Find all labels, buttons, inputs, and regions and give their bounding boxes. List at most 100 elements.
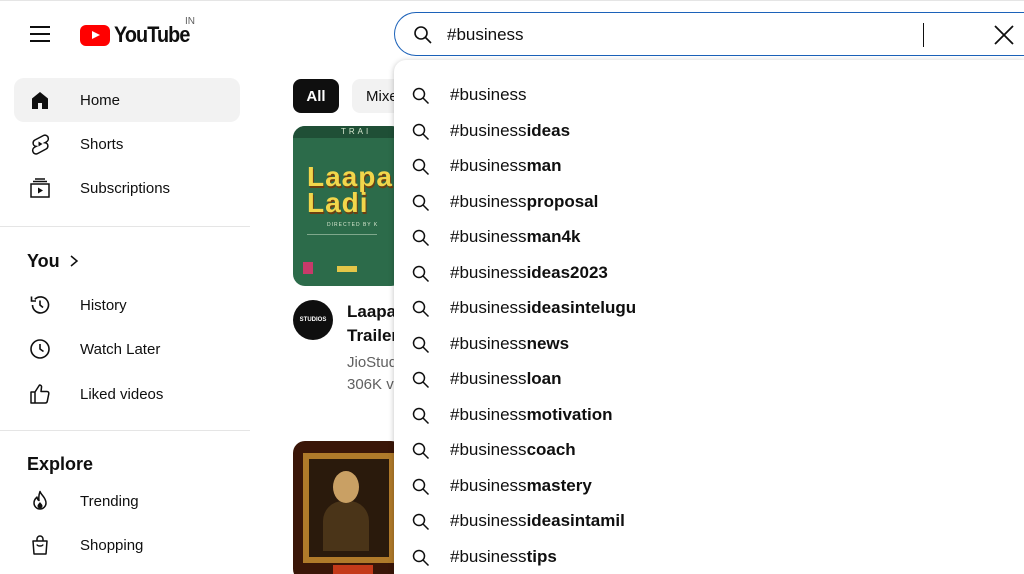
suggestion-text: #businessideas: [450, 121, 570, 141]
subscriptions-icon: [30, 178, 50, 198]
sidebar-item-history[interactable]: History: [14, 283, 240, 327]
sidebar-item-label: Trending: [80, 492, 139, 510]
sidebar-item-label: Shopping: [80, 536, 144, 554]
chip-all[interactable]: All: [293, 79, 339, 113]
search-suggestion[interactable]: #businessnews: [394, 327, 1024, 362]
sidebar-item-shorts[interactable]: Shorts: [14, 122, 240, 166]
thumbnail-logo: [337, 266, 357, 272]
channel-avatar[interactable]: STUDIOS: [293, 300, 333, 340]
suggestion-text: #business: [450, 85, 527, 105]
suggestion-suffix: ideas2023: [526, 262, 608, 282]
suggestion-prefix: #business: [450, 546, 527, 566]
search-suggestion[interactable]: #businesstips: [394, 540, 1024, 574]
search-icon: [412, 300, 430, 318]
sidebar-item-label: Shorts: [80, 135, 124, 153]
search-suggestion[interactable]: #businessloan: [394, 362, 1024, 397]
search-icon: [412, 265, 430, 282]
suggestion-suffix: ideasintamil: [526, 511, 625, 530]
suggestion-text: #businessmotivation: [450, 405, 613, 425]
sidebar-item-label: Home: [80, 91, 121, 109]
search-suggestion[interactable]: #businessideasintamil: [394, 504, 1024, 539]
search-suggestion[interactable]: #businessproposal: [394, 185, 1024, 220]
suggestion-suffix: tips: [526, 546, 557, 566]
search-icon: [412, 442, 430, 460]
sidebar-item-label: Watch Later: [80, 340, 161, 358]
sidebar-item-trending[interactable]: Trending: [14, 479, 240, 523]
sidebar-item-subscriptions[interactable]: Subscriptions: [14, 166, 240, 210]
you-title: You: [27, 251, 60, 271]
suggestion-text: #businessloan: [450, 369, 562, 389]
suggestion-text: #businessideasintamil: [450, 511, 625, 531]
suggestion-text: #businessman: [450, 156, 562, 176]
suggestion-text: #businessideas2023: [450, 263, 608, 283]
suggestion-prefix: #business: [450, 262, 527, 282]
suggestion-suffix: coach: [526, 440, 576, 459]
close-icon[interactable]: [991, 22, 1017, 48]
suggestion-suffix: man: [526, 156, 562, 175]
search-icon: [412, 371, 430, 389]
suggestion-prefix: #business: [450, 511, 527, 530]
thumbnail-credits: [307, 234, 377, 254]
sidebar-item-liked-videos[interactable]: Liked videos: [14, 372, 240, 416]
search-suggestion[interactable]: #businessman4k: [394, 220, 1024, 255]
logo-text: YouTube: [114, 22, 190, 47]
suggestion-suffix: news: [526, 333, 570, 353]
youtube-logo[interactable]: YouTube IN: [80, 16, 198, 48]
suggestion-text: #businessproposal: [450, 192, 598, 212]
clock-icon: [30, 339, 50, 359]
suggestion-text: #businessmastery: [450, 476, 592, 496]
avatar-text: STUDIOS: [299, 317, 327, 323]
shopping-bag-icon: [32, 535, 48, 555]
search-icon: [412, 87, 430, 105]
search-icon: [412, 123, 430, 140]
sidebar-divider: [0, 226, 250, 227]
suggestion-suffix: ideas: [526, 120, 571, 140]
search-icon: [412, 478, 430, 495]
country-code: IN: [185, 16, 195, 27]
suggestion-suffix: ideasintelugu: [526, 298, 637, 317]
channel-name[interactable]: JioStudios: [347, 354, 395, 371]
search-suggestion[interactable]: #businessman: [394, 149, 1024, 184]
search-icon: [412, 513, 430, 531]
search-icon: [412, 407, 430, 424]
explore-title: Explore: [27, 454, 94, 474]
sidebar-item-home[interactable]: Home: [14, 78, 240, 122]
sidebar-item-watch-later[interactable]: Watch Later: [14, 327, 240, 371]
video-thumbnail[interactable]: TRAI Laapa Ladi DIRECTED BY K: [293, 126, 403, 286]
suggestion-suffix: loan: [526, 369, 562, 388]
search-suggestion[interactable]: #business: [394, 78, 1024, 113]
thumbnail-director: DIRECTED BY K: [327, 222, 379, 228]
painting-figure: [323, 501, 369, 551]
view-count: 306K views: [347, 376, 395, 393]
suggestion-suffix: mastery: [526, 475, 592, 495]
history-icon: [30, 296, 50, 314]
text-caret: [923, 23, 924, 47]
search-suggestion[interactable]: #businesscoach: [394, 433, 1024, 468]
search-box[interactable]: [394, 12, 1024, 56]
video-thumbnail[interactable]: [293, 441, 403, 574]
home-icon: [32, 92, 48, 109]
suggestion-text: #businessman4k: [450, 227, 580, 247]
video-title-line: Trailer: [347, 326, 395, 345]
search-suggestion[interactable]: #businessmotivation: [394, 398, 1024, 433]
sidebar-item-shopping[interactable]: Shopping: [14, 523, 240, 567]
suggestion-prefix: #business: [450, 298, 527, 317]
search-suggestion[interactable]: #businessideasintelugu: [394, 291, 1024, 326]
hamburger-menu-icon[interactable]: [24, 20, 56, 48]
video-title[interactable]: Laapa Trailer: [347, 300, 395, 348]
suggestion-text: #businesstips: [450, 547, 557, 567]
search-suggestion[interactable]: #businessmastery: [394, 469, 1024, 504]
suggestion-prefix: #business: [450, 227, 527, 246]
search-input[interactable]: [447, 21, 967, 49]
shorts-icon: [31, 134, 50, 155]
search-suggestion[interactable]: #businessideas2023: [394, 256, 1024, 291]
search-icon: [412, 229, 430, 247]
search-icon: [412, 549, 430, 566]
top-border: [0, 0, 1024, 1]
suggestion-text: #businessideasintelugu: [450, 298, 636, 318]
suggestion-prefix: #business: [450, 85, 527, 104]
search-suggestion[interactable]: #businessideas: [394, 114, 1024, 149]
search-icon: [414, 26, 432, 44]
suggestion-prefix: #business: [450, 369, 527, 388]
sidebar-item-label: Liked videos: [80, 385, 164, 403]
